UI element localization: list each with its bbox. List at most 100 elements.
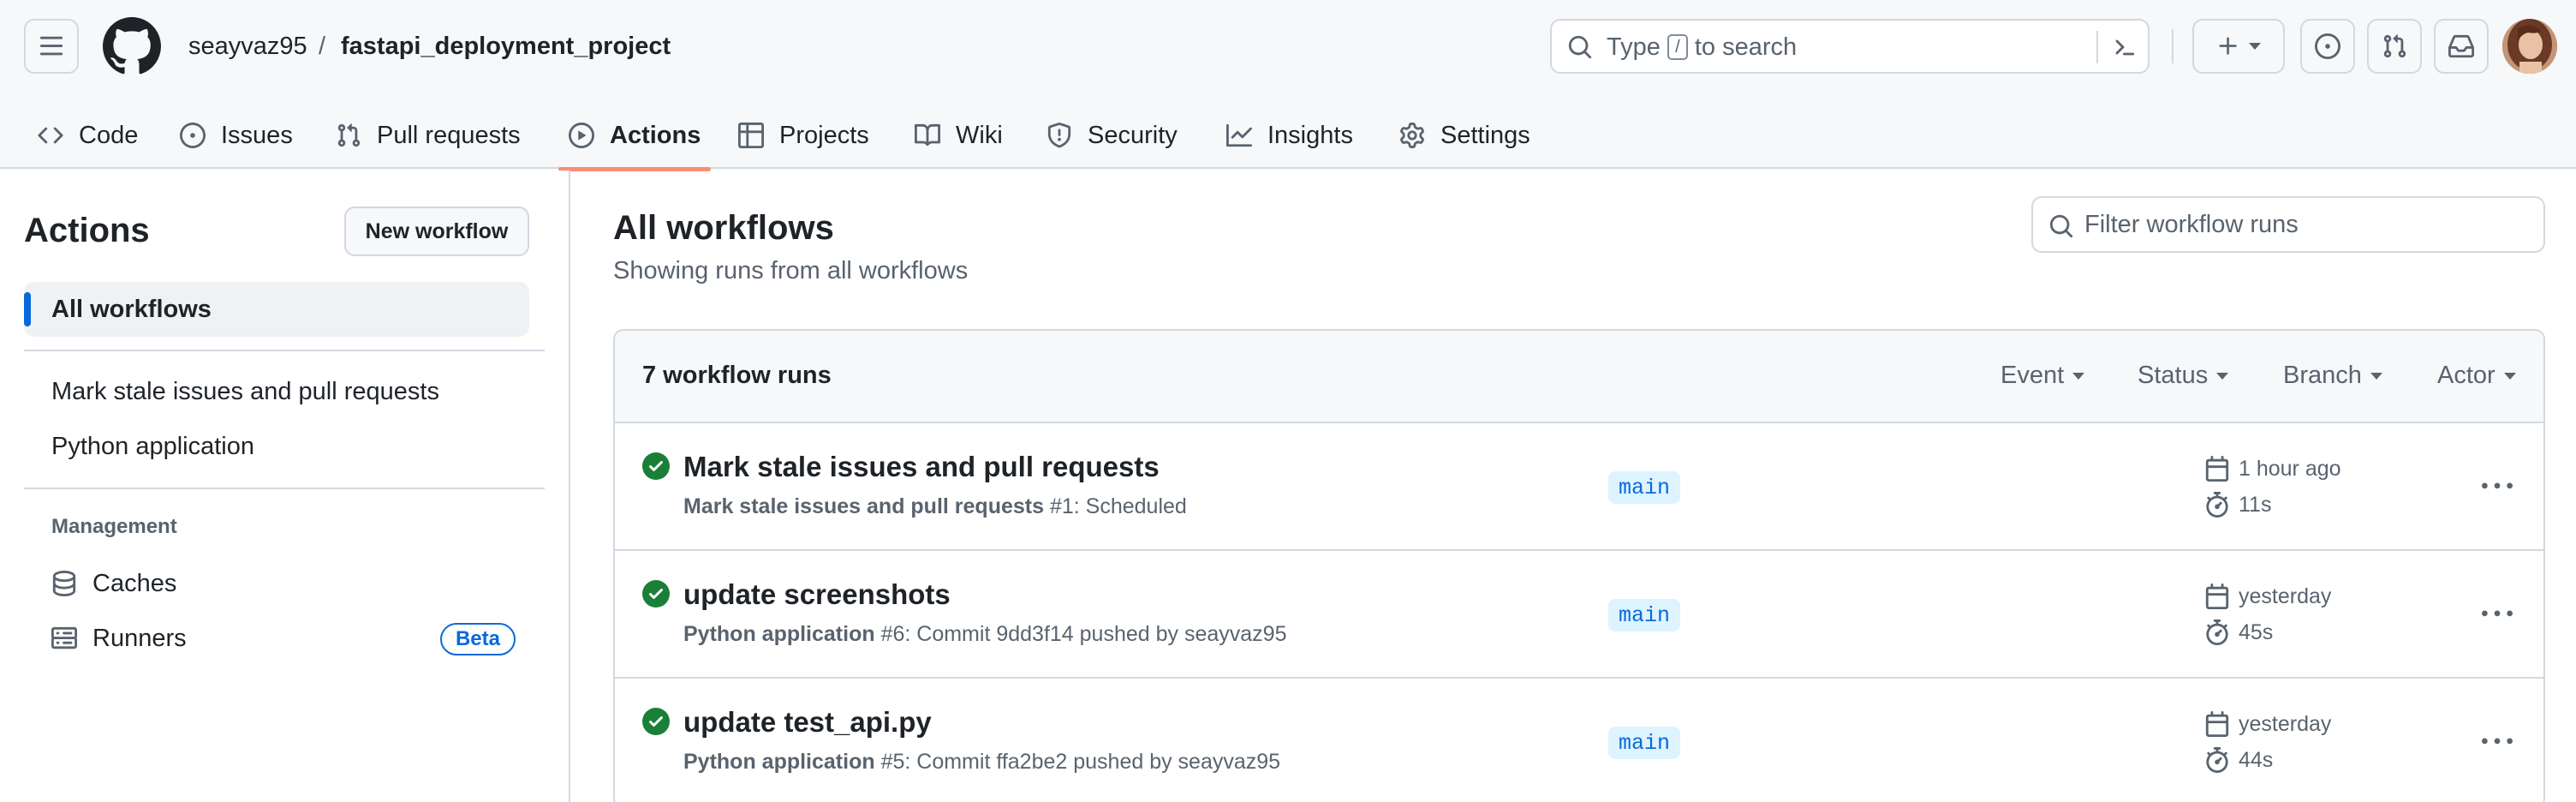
workflow-run-row[interactable]: Mark stale issues and pull requests Mark… — [615, 423, 2543, 551]
global-bar: seayvaz95 / fastapi_deployment_project T… — [0, 0, 2576, 93]
git-pull-request-icon — [337, 123, 361, 147]
tab-label: Code — [79, 121, 139, 149]
calendar-icon — [2205, 711, 2229, 737]
tab-issues[interactable]: Issues — [170, 101, 303, 170]
status-filter-dropdown[interactable]: Status — [2138, 362, 2229, 390]
breadcrumb-owner[interactable]: seayvaz95 — [188, 29, 307, 63]
branch-filter-dropdown[interactable]: Branch — [2283, 362, 2382, 390]
tab-label: Settings — [1440, 121, 1530, 149]
sidebar-item-label: Runners — [92, 624, 187, 652]
breadcrumb-repo[interactable]: fastapi_deployment_project — [341, 29, 671, 63]
actions-sidebar: Actions New workflow All workflows Mark … — [0, 171, 570, 802]
sidebar-item-all-workflows[interactable]: All workflows — [24, 282, 529, 337]
command-palette-icon[interactable] — [2110, 34, 2136, 60]
sidebar-item-caches[interactable]: Caches — [24, 556, 529, 611]
sidebar-divider — [24, 488, 545, 489]
run-duration-text: 45s — [2239, 619, 2274, 644]
kebab-horizontal-icon — [2482, 738, 2513, 745]
sidebar-item-label: All workflows — [51, 295, 212, 323]
tab-pull-requests[interactable]: Pull requests — [325, 101, 531, 170]
workflow-run-row[interactable]: update test_api.py Python application #5… — [615, 679, 2543, 802]
search-suffix: to search — [1694, 33, 1798, 61]
stopwatch-icon — [2206, 747, 2228, 773]
calendar-icon — [2205, 456, 2229, 482]
run-when-text: 1 hour ago — [2239, 456, 2341, 481]
global-search-input[interactable]: Type / to search — [1550, 19, 2150, 74]
dropdown-label: Branch — [2283, 362, 2362, 389]
inbox-icon — [2448, 34, 2474, 58]
table-icon — [738, 123, 764, 148]
tab-insights[interactable]: Insights — [1216, 101, 1363, 170]
issue-opened-icon — [2315, 33, 2340, 59]
run-meta: Python application #6: Commit 9dd3f14 pu… — [683, 622, 1286, 647]
page-subtitle: Showing runs from all workflows — [613, 257, 969, 284]
run-duration: 11s — [2204, 492, 2271, 518]
create-new-button[interactable] — [2192, 19, 2285, 74]
workflow-run-row[interactable]: update screenshots Python application #6… — [615, 551, 2543, 679]
actor-filter-dropdown[interactable]: Actor — [2437, 362, 2516, 390]
run-timestamp: 1 hour ago — [2204, 456, 2341, 482]
tab-label: Insights — [1267, 121, 1353, 149]
sidebar-item-runners[interactable]: Runners Beta — [24, 611, 529, 666]
branch-label[interactable]: main — [1608, 727, 1681, 759]
inbox-button[interactable] — [2434, 19, 2489, 74]
your-issues-button[interactable] — [2300, 19, 2355, 74]
server-icon — [51, 626, 77, 649]
run-timestamp: yesterday — [2204, 584, 2331, 609]
run-menu-button[interactable] — [2475, 470, 2519, 504]
run-menu-button[interactable] — [2475, 597, 2519, 631]
runs-count: 7 workflow runs — [642, 362, 832, 389]
new-workflow-button[interactable]: New workflow — [344, 206, 529, 256]
workflow-runs-box: 7 workflow runs Event Status Branch Acto… — [613, 329, 2545, 802]
kebab-horizontal-icon — [2482, 482, 2513, 489]
gear-icon — [1400, 123, 1424, 148]
tab-projects[interactable]: Projects — [728, 101, 880, 170]
tab-wiki[interactable]: Wiki — [904, 101, 1013, 170]
check-circle-fill-icon — [642, 708, 670, 735]
run-menu-button[interactable] — [2475, 725, 2519, 759]
breadcrumb-separator: / — [319, 33, 326, 60]
user-avatar[interactable] — [2502, 19, 2557, 74]
app-header: seayvaz95 / fastapi_deployment_project T… — [0, 0, 2576, 171]
sidebar-item-mark-stale[interactable]: Mark stale issues and pull requests — [24, 364, 529, 419]
run-workflow-name: Python application — [683, 750, 875, 774]
run-title-link[interactable]: update screenshots — [683, 578, 951, 611]
run-title-link[interactable]: update test_api.py — [683, 706, 932, 739]
plus-icon — [2219, 37, 2237, 55]
tab-label: Security — [1088, 121, 1178, 149]
sidebar-item-label: Mark stale issues and pull requests — [51, 377, 439, 405]
run-timestamp: yesterday — [2204, 711, 2331, 737]
header-divider — [2172, 29, 2174, 63]
tab-code[interactable]: Code — [27, 101, 148, 170]
run-meta: Mark stale issues and pull requests #1: … — [683, 494, 1187, 519]
branch-label[interactable]: main — [1608, 599, 1681, 631]
repo-tabs: Code Issues Pull requests Actions Projec… — [0, 101, 2576, 171]
filter-input[interactable] — [2084, 205, 2530, 244]
sidebar-item-python-application[interactable]: Python application — [24, 419, 529, 474]
search-icon — [2049, 214, 2073, 238]
filter-workflow-runs[interactable] — [2031, 196, 2545, 253]
event-filter-dropdown[interactable]: Event — [2001, 362, 2085, 390]
kebab-horizontal-icon — [2482, 610, 2513, 617]
git-pull-request-icon — [2383, 34, 2406, 58]
run-title-link[interactable]: Mark stale issues and pull requests — [683, 451, 1160, 483]
your-pull-requests-button[interactable] — [2367, 19, 2422, 74]
tab-security[interactable]: Security — [1036, 101, 1188, 170]
tab-actions[interactable]: Actions — [558, 101, 712, 171]
beta-badge: Beta — [439, 623, 516, 655]
menu-button[interactable] — [24, 19, 79, 74]
stopwatch-icon — [2206, 492, 2228, 518]
branch-label[interactable]: main — [1608, 471, 1681, 504]
tab-label: Projects — [779, 121, 869, 149]
tab-label: Pull requests — [377, 121, 521, 149]
run-duration: 45s — [2204, 619, 2273, 645]
chevron-down-icon — [2216, 372, 2229, 380]
run-detail: #1: Scheduled — [1049, 494, 1187, 518]
search-prefix: Type — [1607, 33, 1661, 61]
calendar-icon — [2205, 584, 2229, 609]
tab-settings[interactable]: Settings — [1389, 101, 1541, 170]
run-duration-text: 44s — [2239, 747, 2274, 772]
run-meta: Python application #5: Commit ffa2be2 pu… — [683, 750, 1280, 775]
github-logo-icon[interactable] — [103, 17, 161, 75]
tab-label: Wiki — [956, 121, 1003, 149]
